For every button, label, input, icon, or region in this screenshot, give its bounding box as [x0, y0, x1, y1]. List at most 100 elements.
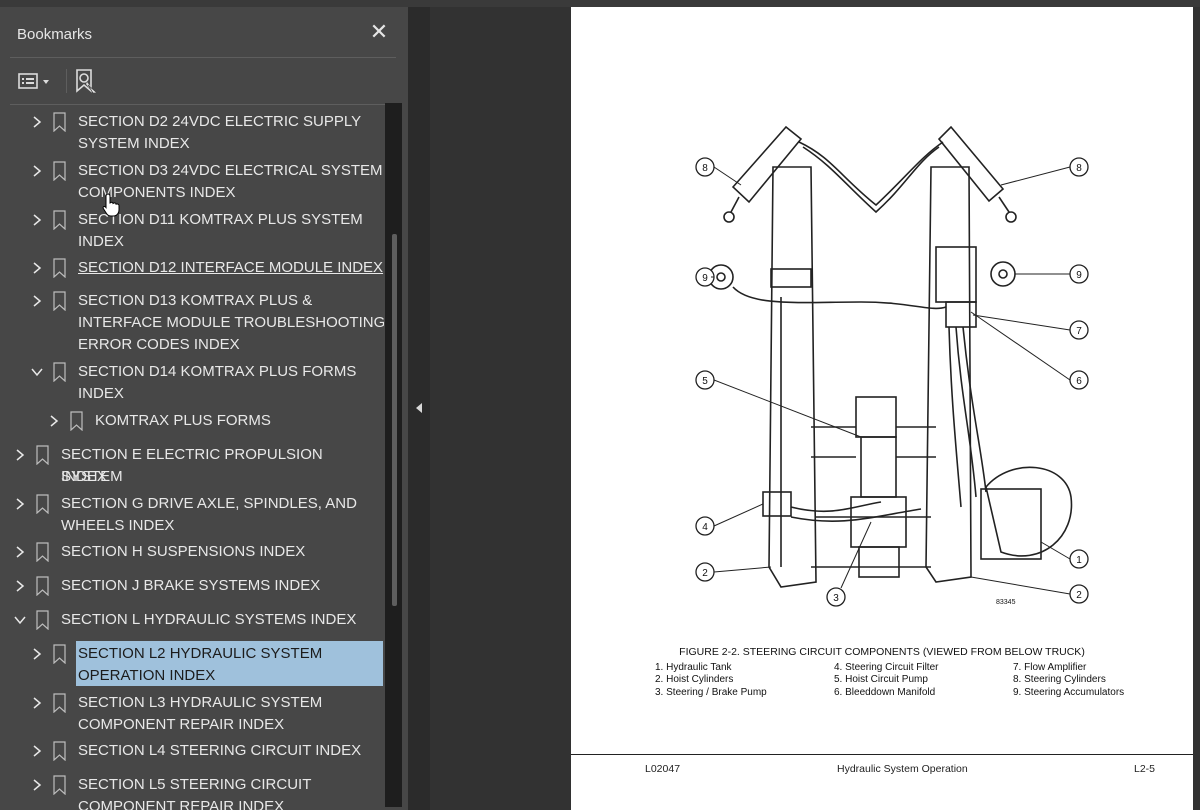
hand-pointer-icon: [102, 193, 120, 217]
bookmark-icon: [36, 542, 49, 562]
callout-label: 9: [702, 273, 708, 284]
bookmark-item[interactable]: SECTION D12 INTERFACE MODULE INDEX: [30, 257, 384, 279]
bookmark-label-line: SECTION G DRIVE AXLE, SPINDLES, AND: [61, 495, 357, 512]
bookmark-item[interactable]: SECTION L5 STEERING CIRCUIT COMPONENT RE…: [30, 774, 384, 810]
bookmark-icon: [53, 775, 66, 795]
find-current-bookmark-button[interactable]: [73, 67, 99, 95]
bookmark-icon: [53, 291, 66, 311]
bookmark-label-line: SECTION D2 24VDC ELECTRIC SUPPLY: [78, 113, 362, 130]
callout-label: 2: [1076, 590, 1082, 601]
chevron-right-icon: [16, 449, 25, 461]
pdf-page: 8 8 9 9 7 6 5 4 2 3 1 2 83345 FIGURE 2-2…: [571, 7, 1193, 810]
bookmark-label-line: SECTION D14 KOMTRAX PLUS FORMS: [78, 363, 357, 380]
legend-column: 4. Steering Circuit Filter 5. Hoist Circ…: [834, 662, 938, 699]
scrollbar-thumb[interactable]: [392, 234, 397, 606]
chevron-right-icon: [33, 214, 42, 226]
bookmark-icon: [53, 112, 66, 132]
bookmark-icon: [36, 445, 49, 465]
callout-label: 7: [1076, 326, 1082, 337]
bookmark-item[interactable]: SECTION L3 HYDRAULIC SYSTEM COMPONENT RE…: [30, 692, 384, 736]
chevron-right-icon: [33, 697, 42, 709]
bookmark-label-line: INDEX: [78, 233, 124, 250]
legend-entry: 4. Steering Circuit Filter: [834, 662, 939, 673]
chevron-right-icon: [33, 295, 42, 307]
bookmark-label-line: SYSTEM INDEX: [78, 135, 190, 152]
bookmark-item[interactable]: SECTION D11 KOMTRAX PLUS SYSTEM INDEX: [30, 209, 384, 253]
bookmark-item[interactable]: KOMTRAX PLUS FORMS: [47, 410, 384, 432]
bookmark-icon: [53, 741, 66, 761]
chevron-right-icon: [33, 745, 42, 757]
legend-entry: 2. Hoist Cylinders: [655, 674, 734, 686]
footer-doc-id: L02047: [645, 763, 681, 775]
bookmark-label-line: COMPONENT REPAIR INDEX: [78, 798, 285, 810]
legend-column: 1. Hydraulic Tank 2. Hoist Cylinders 3. …: [655, 662, 767, 699]
panel-title: Bookmarks: [17, 26, 93, 43]
bookmark-label-line: SECTION L2 HYDRAULIC SYSTEM: [78, 645, 323, 662]
legend-column: 7. Flow Amplifier 8. Steering Cylinders …: [1013, 662, 1124, 699]
bookmark-label-line: INDEX: [61, 468, 107, 485]
chevron-right-icon: [33, 779, 42, 791]
bookmark-item[interactable]: SECTION D3 24VDC ELECTRICAL SYSTEM COMPO…: [30, 160, 384, 204]
bookmark-item[interactable]: SECTION L4 STEERING CIRCUIT INDEX: [30, 740, 384, 762]
chevron-right-icon: [16, 546, 25, 558]
bookmark-icon: [53, 693, 66, 713]
bookmark-label-line: SECTION J BRAKE SYSTEMS INDEX: [61, 577, 321, 594]
bookmark-icon: [70, 411, 83, 431]
callout-label: 1: [1076, 555, 1082, 566]
bookmark-icon: [53, 161, 66, 181]
callout-label: 4: [702, 522, 708, 533]
callout-label: 5: [702, 376, 708, 387]
footer-rule: [571, 754, 1193, 755]
toolbar-separator: [66, 69, 67, 93]
steering-circuit-diagram: 8 8 9 9 7 6 5 4 2 3 1 2 83345: [695, 125, 1089, 607]
bookmark-label-line: ERROR CODES INDEX: [78, 336, 240, 353]
bookmark-label-line: INDEX: [78, 385, 124, 402]
bookmark-icon: [53, 362, 66, 382]
bookmark-icon: [36, 494, 49, 514]
bookmark-label-line: SECTION L4 STEERING CIRCUIT INDEX: [78, 742, 362, 759]
bookmark-label-line: OPERATION INDEX: [78, 667, 216, 684]
bookmark-label-line: SECTION D12 INTERFACE MODULE INDEX: [78, 259, 384, 276]
bookmark-label-line: SECTION D3 24VDC ELECTRICAL SYSTEM: [78, 162, 383, 179]
chevron-right-icon: [16, 580, 25, 592]
bookmark-label-line: WHEELS INDEX: [61, 517, 175, 534]
bookmark-item[interactable]: SECTION J BRAKE SYSTEMS INDEX: [13, 575, 384, 597]
legend-entry: 9. Steering Accumulators: [1013, 686, 1125, 698]
callout-label: 6: [1076, 376, 1082, 387]
options-menu-button[interactable]: [17, 69, 59, 93]
footer-title: Hydraulic System Operation: [837, 763, 968, 775]
bookmark-item[interactable]: SECTION D14 KOMTRAX PLUS FORMS INDEX: [30, 361, 384, 405]
bookmark-item-selected[interactable]: SECTION L2 HYDRAULIC SYSTEM OPERATION IN…: [30, 643, 384, 687]
figure-number: 83345: [996, 599, 1016, 606]
bookmark-item[interactable]: SECTION D13 KOMTRAX PLUS & INTERFACE MOD…: [30, 290, 384, 356]
figure-caption: FIGURE 2-2. STEERING CIRCUIT COMPONENTS …: [679, 646, 1085, 658]
chevron-right-icon: [33, 262, 42, 274]
bookmark-label-line: KOMTRAX PLUS FORMS: [95, 412, 271, 429]
find-bookmark-icon: [76, 69, 99, 94]
divider: [10, 57, 396, 58]
chevron-right-icon: [50, 415, 59, 427]
collapse-panel-icon[interactable]: [413, 401, 425, 415]
bookmark-item[interactable]: SECTION L HYDRAULIC SYSTEMS INDEX: [13, 609, 384, 631]
bookmark-label-line: SECTION L HYDRAULIC SYSTEMS INDEX: [61, 611, 357, 628]
footer-page-number: L2-5: [1134, 763, 1156, 775]
bookmark-item[interactable]: SECTION D2 24VDC ELECTRIC SUPPLY SYSTEM …: [30, 111, 384, 155]
legend-entry: 1. Hydraulic Tank: [655, 662, 732, 673]
legend-entry: 7. Flow Amplifier: [1013, 662, 1087, 673]
legend-entry: 6. Bleeddown Manifold: [834, 686, 936, 698]
legend-entry: 5. Hoist Circuit Pump: [834, 674, 928, 686]
bookmark-item[interactable]: SECTION G DRIVE AXLE, SPINDLES, AND WHEE…: [13, 493, 384, 537]
bookmark-icon: [53, 258, 66, 278]
bookmark-label-line: SECTION H SUSPENSIONS INDEX: [61, 543, 306, 560]
callout-label: 2: [702, 568, 708, 579]
bookmark-item[interactable]: SECTION E ELECTRIC PROPULSION SYSTEM IND…: [13, 444, 384, 488]
bookmark-label-line: COMPONENT REPAIR INDEX: [78, 716, 285, 733]
bookmark-item[interactable]: SECTION H SUSPENSIONS INDEX: [13, 541, 384, 563]
chevron-down-icon: [14, 616, 26, 625]
chevron-right-icon: [33, 165, 42, 177]
bookmark-icon: [53, 644, 66, 664]
chevron-down-icon: [31, 368, 43, 377]
callout-label: 8: [702, 163, 708, 174]
bookmark-icon: [36, 576, 49, 596]
close-panel-button[interactable]: ✕: [368, 21, 390, 43]
